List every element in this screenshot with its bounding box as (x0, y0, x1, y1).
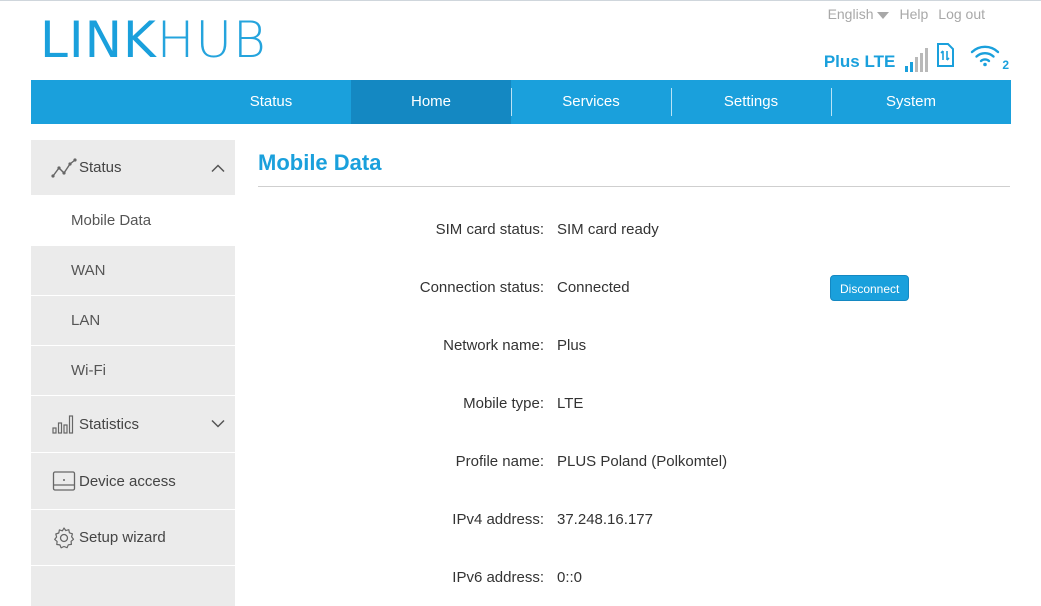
sidebar-item-statistics[interactable]: Statistics (31, 396, 235, 453)
sidebar-item-label: Wi-Fi (71, 362, 106, 379)
sim-card-icon (936, 43, 955, 72)
info-value: Connected (557, 279, 630, 296)
page-title: Mobile Data (258, 150, 382, 175)
main-nav: Status Home Services Settings System (31, 80, 1011, 124)
sidebar-item-label: Statistics (79, 415, 140, 433)
wifi-icon (970, 43, 1000, 72)
info-value: Plus (557, 337, 587, 354)
sidebar-item-setup-wizard[interactable]: Setup wizard (31, 510, 235, 566)
info-value: LTE (557, 395, 584, 412)
info-row-connection-status: Connection status: Connected Disconnect (258, 275, 1010, 301)
help-link[interactable]: Help (899, 6, 928, 22)
signal-bar (910, 61, 914, 72)
signal-bar (915, 57, 919, 72)
info-value: PLUS Poland (Polkomtel) (557, 453, 728, 470)
chevron-down-icon (877, 11, 890, 19)
chevron-down-icon (211, 416, 225, 433)
sidebar-item-label: Setup wizard (79, 529, 166, 546)
info-label: SIM card status: (435, 221, 544, 238)
chevron-up-icon (211, 159, 225, 176)
info-label: Network name: (443, 337, 544, 354)
info-label: IPv6 address: (452, 569, 544, 586)
logo-bold-part: LINK (40, 11, 157, 69)
logout-link[interactable]: Log out (938, 6, 985, 22)
info-label: Connection status: (419, 279, 544, 296)
title-divider (258, 186, 1010, 187)
line-chart-icon (51, 156, 77, 180)
nav-settings[interactable]: Settings (671, 80, 831, 124)
device-icon (51, 469, 77, 493)
sidebar-item-label: Mobile Data (71, 212, 152, 229)
sidebar-item-wan[interactable]: WAN (31, 246, 235, 296)
info-row-ipv6-address: IPv6 address: 0::0 (258, 566, 1010, 590)
nav-system[interactable]: System (831, 80, 991, 124)
sidebar-item-lan[interactable]: LAN (31, 296, 235, 346)
disconnect-button[interactable]: Disconnect (830, 275, 910, 301)
network-indicator: Plus LTE (823, 52, 896, 71)
info-row-sim-status: SIM card status: SIM card ready (258, 218, 1010, 242)
sidebar-item-label: WAN (71, 262, 106, 279)
nav-home[interactable]: Home (351, 80, 511, 124)
info-value: SIM card ready (557, 221, 659, 238)
top-links: English Help Log out (828, 6, 985, 22)
nav-status[interactable]: Status (191, 80, 351, 124)
main-content: Mobile Data SIM card status: SIM card re… (258, 140, 1010, 586)
info-row-mobile-type: Mobile type: LTE (258, 392, 1010, 416)
info-label: Mobile type: (463, 395, 544, 412)
sidebar-item-label: Device access (79, 472, 176, 490)
info-value: 0::0 (557, 569, 583, 586)
logo-light-part: HUB (156, 11, 267, 69)
signal-bar (905, 66, 909, 72)
info-label: IPv4 address: (452, 511, 544, 528)
device-status-bar: Plus LTE 2 (824, 43, 1009, 72)
linkhub-logo: LINKHUB (40, 15, 267, 65)
signal-strength-icon (905, 48, 929, 72)
info-row-profile-name: Profile name: PLUS Poland (Polkomtel) (258, 450, 1010, 474)
wifi-client-count: 2 (1002, 58, 1009, 72)
bar-chart-icon (51, 412, 77, 436)
info-value: 37.248.16.177 (557, 511, 653, 528)
sidebar-item-wifi[interactable]: Wi-Fi (31, 346, 235, 396)
nav-services[interactable]: Services (511, 80, 671, 124)
info-label: Profile name: (455, 453, 544, 470)
sidebar-item-label: LAN (71, 312, 101, 329)
info-row-network-name: Network name: Plus (258, 334, 1010, 358)
info-row-ipv4-address: IPv4 address: 37.248.16.177 (258, 508, 1010, 532)
sidebar-item-mobile-data[interactable]: Mobile Data (31, 196, 235, 246)
language-selector[interactable]: English (828, 6, 890, 22)
sidebar-item-status[interactable]: Status (31, 140, 235, 196)
sidebar-item-label: Status (79, 159, 122, 176)
sidebar-item-device-access[interactable]: Device access (31, 453, 235, 510)
signal-bar (920, 52, 924, 72)
gear-icon (51, 526, 77, 550)
sidebar: Status Mobile Data WAN LAN Wi-Fi Statist… (31, 140, 235, 606)
signal-bar (925, 48, 929, 72)
